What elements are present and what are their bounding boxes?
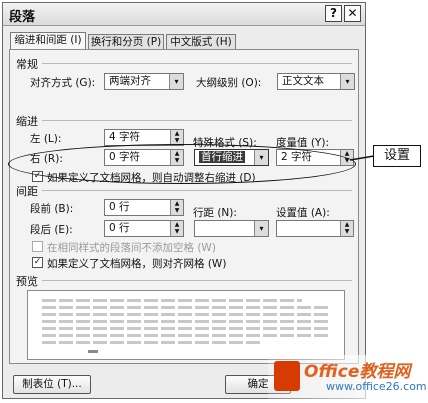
office-logo-icon bbox=[274, 361, 300, 391]
chevron-down-icon[interactable]: ▾ bbox=[340, 74, 354, 89]
tabs-button[interactable]: 制表位 (T)... bbox=[13, 375, 91, 394]
preview-line bbox=[42, 306, 328, 309]
callout-highlight-oval bbox=[8, 144, 356, 184]
divider bbox=[42, 120, 352, 121]
indent-heading: 缩进 bbox=[16, 115, 38, 128]
spin-down-icon[interactable]: ▼ bbox=[175, 228, 180, 235]
dialog-title: 段落 bbox=[9, 10, 36, 25]
space-after-spinner[interactable]: 0 行 ▲ ▼ bbox=[104, 220, 184, 237]
paragraph-dialog: 段落 ? ✕ 缩进和间距 (I) 换行和分页 (P) 中文版式 (H) 常规 对… bbox=[2, 2, 366, 399]
spin-buttons[interactable]: ▲ ▼ bbox=[170, 130, 183, 145]
title-bar[interactable]: 段落 ? ✕ bbox=[3, 3, 365, 26]
spin-down-icon[interactable]: ▼ bbox=[345, 228, 350, 235]
close-button[interactable]: ✕ bbox=[344, 5, 361, 22]
spin-buttons[interactable]: ▲ ▼ bbox=[340, 221, 353, 236]
preview-line bbox=[42, 327, 328, 330]
spin-up-icon[interactable]: ▲ bbox=[175, 130, 180, 137]
space-after-value: 0 行 bbox=[109, 222, 130, 234]
space-before-spinner[interactable]: 0 行 ▲ ▼ bbox=[104, 199, 184, 216]
preview-line bbox=[42, 313, 328, 316]
alignment-value: 两端对齐 bbox=[109, 75, 151, 87]
outline-level-label: 大纲级别 (O): bbox=[196, 77, 262, 89]
space-before-value: 0 行 bbox=[109, 201, 130, 213]
help-button[interactable]: ? bbox=[325, 5, 342, 22]
left-indent-label: 左 (L): bbox=[30, 133, 62, 145]
space-after-label: 段后 (E): bbox=[30, 224, 73, 236]
preview-line bbox=[42, 341, 262, 344]
callout-label: 设置 bbox=[373, 145, 421, 167]
spin-down-icon[interactable]: ▼ bbox=[175, 137, 180, 144]
line-spacing-label: 行距 (N): bbox=[193, 207, 237, 219]
divider bbox=[42, 280, 352, 281]
preview-line bbox=[42, 299, 302, 302]
watermark-logo: Office教程网 www.office26.com bbox=[268, 355, 428, 401]
no-space-same-style-label: 在相同样式的段落间不添加空格 (W) bbox=[47, 242, 216, 254]
paragraph-preview bbox=[27, 290, 345, 360]
outline-level-value: 正文文本 bbox=[282, 75, 324, 87]
spacing-heading: 间距 bbox=[16, 185, 38, 198]
setting-value-spinner[interactable]: ▲ ▼ bbox=[276, 220, 354, 237]
preview-line bbox=[42, 320, 328, 323]
spin-buttons[interactable]: ▲ ▼ bbox=[170, 221, 183, 236]
spin-buttons[interactable]: ▲ ▼ bbox=[170, 200, 183, 215]
outline-level-select[interactable]: 正文文本 ▾ bbox=[277, 73, 355, 90]
space-before-label: 段前 (B): bbox=[30, 203, 74, 215]
left-indent-value: 4 字符 bbox=[109, 131, 141, 143]
chevron-down-icon[interactable]: ▾ bbox=[169, 74, 183, 89]
alignment-label: 对齐方式 (G): bbox=[30, 77, 96, 89]
preview-heading: 预览 bbox=[16, 275, 38, 288]
divider bbox=[42, 190, 352, 191]
no-space-same-style-checkbox[interactable] bbox=[32, 241, 43, 252]
tab-indent-spacing[interactable]: 缩进和间距 (I) bbox=[10, 32, 86, 50]
setting-value-label: 设置值 (A): bbox=[276, 207, 330, 219]
snap-to-grid-label: 如果定义了文档网格，则对齐网格 (W) bbox=[47, 258, 227, 270]
tab-line-page-breaks[interactable]: 换行和分页 (P) bbox=[88, 34, 164, 50]
watermark-main-text: Office教程网 bbox=[304, 362, 411, 382]
preview-sample-mark bbox=[88, 350, 98, 353]
watermark-url: www.office26.com bbox=[326, 380, 427, 393]
spin-down-icon[interactable]: ▼ bbox=[175, 207, 180, 214]
chevron-down-icon[interactable]: ▾ bbox=[254, 221, 268, 236]
spin-up-icon[interactable]: ▲ bbox=[175, 200, 180, 207]
spin-up-icon[interactable]: ▲ bbox=[345, 150, 350, 157]
preview-line bbox=[42, 334, 328, 337]
line-spacing-select[interactable]: ▾ bbox=[194, 220, 269, 237]
spin-up-icon[interactable]: ▲ bbox=[175, 221, 180, 228]
alignment-select[interactable]: 两端对齐 ▾ bbox=[104, 73, 184, 90]
divider bbox=[42, 63, 352, 64]
snap-to-grid-checkbox[interactable]: ✓ bbox=[32, 257, 43, 268]
general-heading: 常规 bbox=[16, 58, 38, 71]
spin-up-icon[interactable]: ▲ bbox=[345, 221, 350, 228]
tab-asian-typography[interactable]: 中文版式 (H) bbox=[166, 34, 236, 50]
